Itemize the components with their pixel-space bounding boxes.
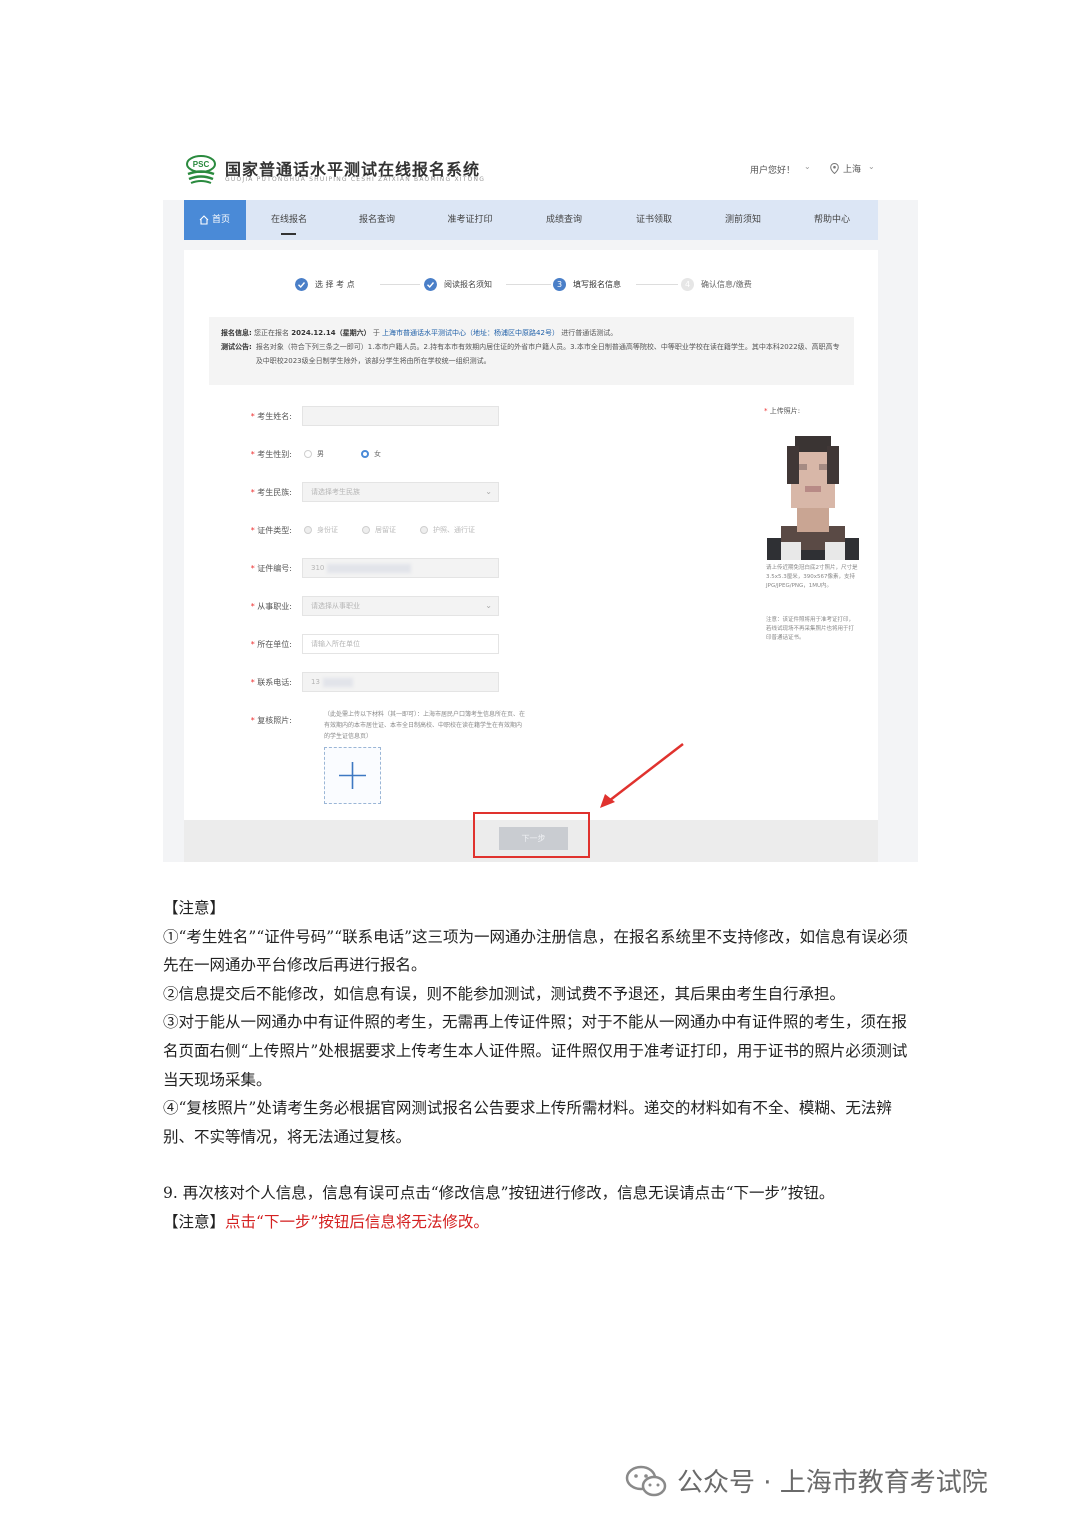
step-4-number: 4: [681, 278, 694, 291]
photo-requirement-note: 请上传近期免冠白底2寸照片，尺寸是3.5x5.3厘米，390x567像素，支持J…: [766, 565, 858, 589]
psc-logo-icon: PSC: [186, 155, 216, 184]
nav-item-help[interactable]: 帮助中心: [807, 200, 857, 240]
idno-label: * 证件编号:: [250, 564, 292, 573]
notice-info-date: 2024.12.14（星期六）: [291, 329, 371, 337]
upload-photo-label: * 上传照片:: [764, 407, 801, 415]
chevron-down-icon: ⌄: [485, 601, 492, 610]
notice-announce-label: 测试公告:: [221, 343, 252, 351]
nav-item-admission-print[interactable]: 准考证打印: [440, 200, 500, 240]
site-header: PSC 国家普通话水平测试在线报名系统 GUOJIA PUTONGHUA SHU…: [163, 150, 918, 200]
unit-input[interactable]: 请输入所在单位: [302, 634, 499, 654]
chevron-down-icon: ⌄: [485, 487, 492, 496]
notice-announce-text: 报名对象（符合下列三条之一即可）1.本市户籍人员。2.持有本市有效期内居住证的外…: [255, 343, 840, 365]
ethnicity-label: * 考生民族:: [250, 488, 292, 497]
phone-field: 13: [302, 672, 499, 692]
step-connector: [636, 284, 678, 285]
notice-info-text: 进行普通话测试。: [561, 329, 618, 337]
gender-male-radio[interactable]: [304, 450, 312, 458]
note-heading: 【注意】: [163, 899, 226, 917]
note-item-1: ①“考生姓名”“证件号码”“联系电话”这三项为一网通办注册信息，在报名系统里不支…: [163, 927, 909, 975]
occupation-select[interactable]: 请选择从事职业 ⌄: [302, 596, 499, 616]
nav-item-register-query[interactable]: 报名查询: [352, 200, 402, 240]
idtype-passport-label: 护照、通行证: [433, 526, 475, 534]
screenshot-region: PSC 国家普通话水平测试在线报名系统 GUOJIA PUTONGHUA SHU…: [163, 150, 918, 862]
gender-label: * 考生性别:: [250, 450, 292, 459]
occupation-label: * 从事职业:: [250, 602, 292, 611]
idtype-residence-label: 居留证: [375, 526, 396, 534]
review-photo-upload[interactable]: [324, 747, 381, 804]
nav-item-score-query[interactable]: 成绩查询: [539, 200, 589, 240]
idtype-idcard-radio[interactable]: [304, 526, 312, 534]
redacted-block: [323, 678, 353, 687]
location-selector[interactable]: 上海 ⌄: [830, 162, 880, 176]
nav-label: 首页: [212, 215, 231, 225]
red-arrow-icon: [600, 743, 684, 808]
step-1-label: 选 择 考 点: [315, 280, 355, 289]
idtype-label: * 证件类型:: [250, 526, 292, 535]
logo-badge-text: PSC: [193, 160, 210, 169]
idtype-residence-radio[interactable]: [362, 526, 370, 534]
chevron-down-icon: ⌄: [868, 162, 875, 171]
note-item-4: ④“复核照片”处请考生务必根据官网测试报名公告要求上传所需材料。递交的材料如有不…: [163, 1099, 892, 1146]
ethnicity-select[interactable]: 请选择考生民族 ⌄: [302, 482, 499, 502]
site-subtitle: GUOJIA PUTONGHUA SHUIPING CESHI ZAIXIAN …: [225, 176, 486, 183]
step-connector: [380, 284, 420, 285]
gender-male-label: 男: [317, 450, 324, 458]
nav-item-home[interactable]: 首页: [184, 200, 246, 240]
chevron-down-icon: ⌄: [804, 162, 811, 171]
id-photo[interactable]: [767, 422, 859, 560]
step-3-number: 3: [553, 278, 566, 291]
plus-icon: [339, 762, 366, 789]
redacted-block: [327, 564, 411, 573]
phone-label: * 联系电话:: [250, 678, 292, 687]
person-silhouette-icon: [767, 422, 859, 560]
idtype-passport-radio[interactable]: [420, 526, 428, 534]
unit-label: * 所在单位:: [250, 640, 292, 649]
notice-info-text: 您正在报名: [254, 329, 290, 337]
gender-female-radio[interactable]: [361, 450, 369, 458]
gender-female-label: 女: [374, 450, 381, 458]
name-field: [302, 406, 499, 426]
photo-usage-note: 注意：该证件照将用于准考证打印，若线试现场不再采集照片也将用于打印普通话证书。: [766, 617, 855, 641]
idtype-idcard-label: 身份证: [317, 526, 338, 534]
wechat-icon: [625, 1465, 667, 1496]
final-note: 【注意】点击“下一步”按钮后信息将无法修改。: [163, 1208, 918, 1237]
check-circle-icon: [295, 278, 308, 291]
user-greeting[interactable]: 用户您好！: [750, 163, 795, 176]
main-nav: 首页 在线报名 报名查询 准考证打印 成绩查询 证书领取 测前须知 帮助中心: [184, 200, 878, 240]
location-pin-icon: [830, 163, 839, 174]
review-photo-label: * 复核照片:: [250, 716, 292, 725]
nav-active-indicator: [281, 233, 296, 235]
name-label: * 考生姓名:: [250, 412, 292, 421]
notice-test-center: 上海市普通话水平测试中心（地址：杨浦区中原路42号）: [382, 329, 559, 337]
registration-notice: 报名信息: 您正在报名 2024.12.14（星期六） 于 上海市普通话水平测试…: [209, 317, 854, 385]
step-9-text: 9. 再次核对个人信息，信息有误可点击“修改信息”按钮进行修改，信息无误请点击“…: [163, 1184, 835, 1203]
step-3-label: 填写报名信息: [573, 280, 621, 289]
idno-field: 310: [302, 558, 499, 578]
step-4-label: 确认信息/缴费: [701, 280, 752, 289]
notice-announce-line: 测试公告: 报名对象（符合下列三条之一即可）1.本市户籍人员。2.持有本市有效期…: [221, 340, 842, 368]
step-2-label: 阅读报名须知: [444, 280, 492, 289]
notice-info-line: 报名信息: 您正在报名 2024.12.14（星期六） 于 上海市普通话水平测试…: [221, 326, 842, 340]
review-photo-note: （此处需上传以下材料（其一即可）：上海市居民户口簿考生信息所在页、在有效期内的本…: [324, 711, 526, 740]
step-connector: [506, 284, 551, 285]
note-item-3: ③对于能从一网通办中有证件照的考生，无需再上传证件照；对于不能从一网通办中有证件…: [163, 1013, 908, 1089]
watermark-text: 公众号 · 上海市教育考试院: [677, 1468, 988, 1498]
nav-item-certificate[interactable]: 证书领取: [629, 200, 679, 240]
check-circle-icon: [424, 278, 437, 291]
registration-panel: 选 择 考 点 阅读报名须知 3 填写报名信息 4 确认信息/缴费 报名信息: …: [184, 250, 878, 820]
instruction-text: 【注意】 ①“考生姓名”“证件号码”“联系电话”这三项为一网通办注册信息，在报名…: [163, 894, 918, 1237]
watermark: 公众号 · 上海市教育考试院: [625, 1462, 988, 1499]
notice-info-text: 于: [372, 329, 380, 337]
highlight-box: [473, 812, 590, 858]
nav-item-test-notice[interactable]: 测前须知: [718, 200, 768, 240]
note-item-2: ②信息提交后不能修改，如信息有误，则不能参加测试，测试费不予退还，其后果由考生自…: [163, 984, 846, 1003]
location-label: 上海: [843, 165, 862, 175]
home-icon: [199, 215, 209, 225]
notice-info-label: 报名信息:: [221, 329, 252, 337]
final-note-warning: 点击“下一步”按钮后信息将无法修改。: [225, 1212, 489, 1231]
final-note-heading: 【注意】: [163, 1212, 226, 1231]
